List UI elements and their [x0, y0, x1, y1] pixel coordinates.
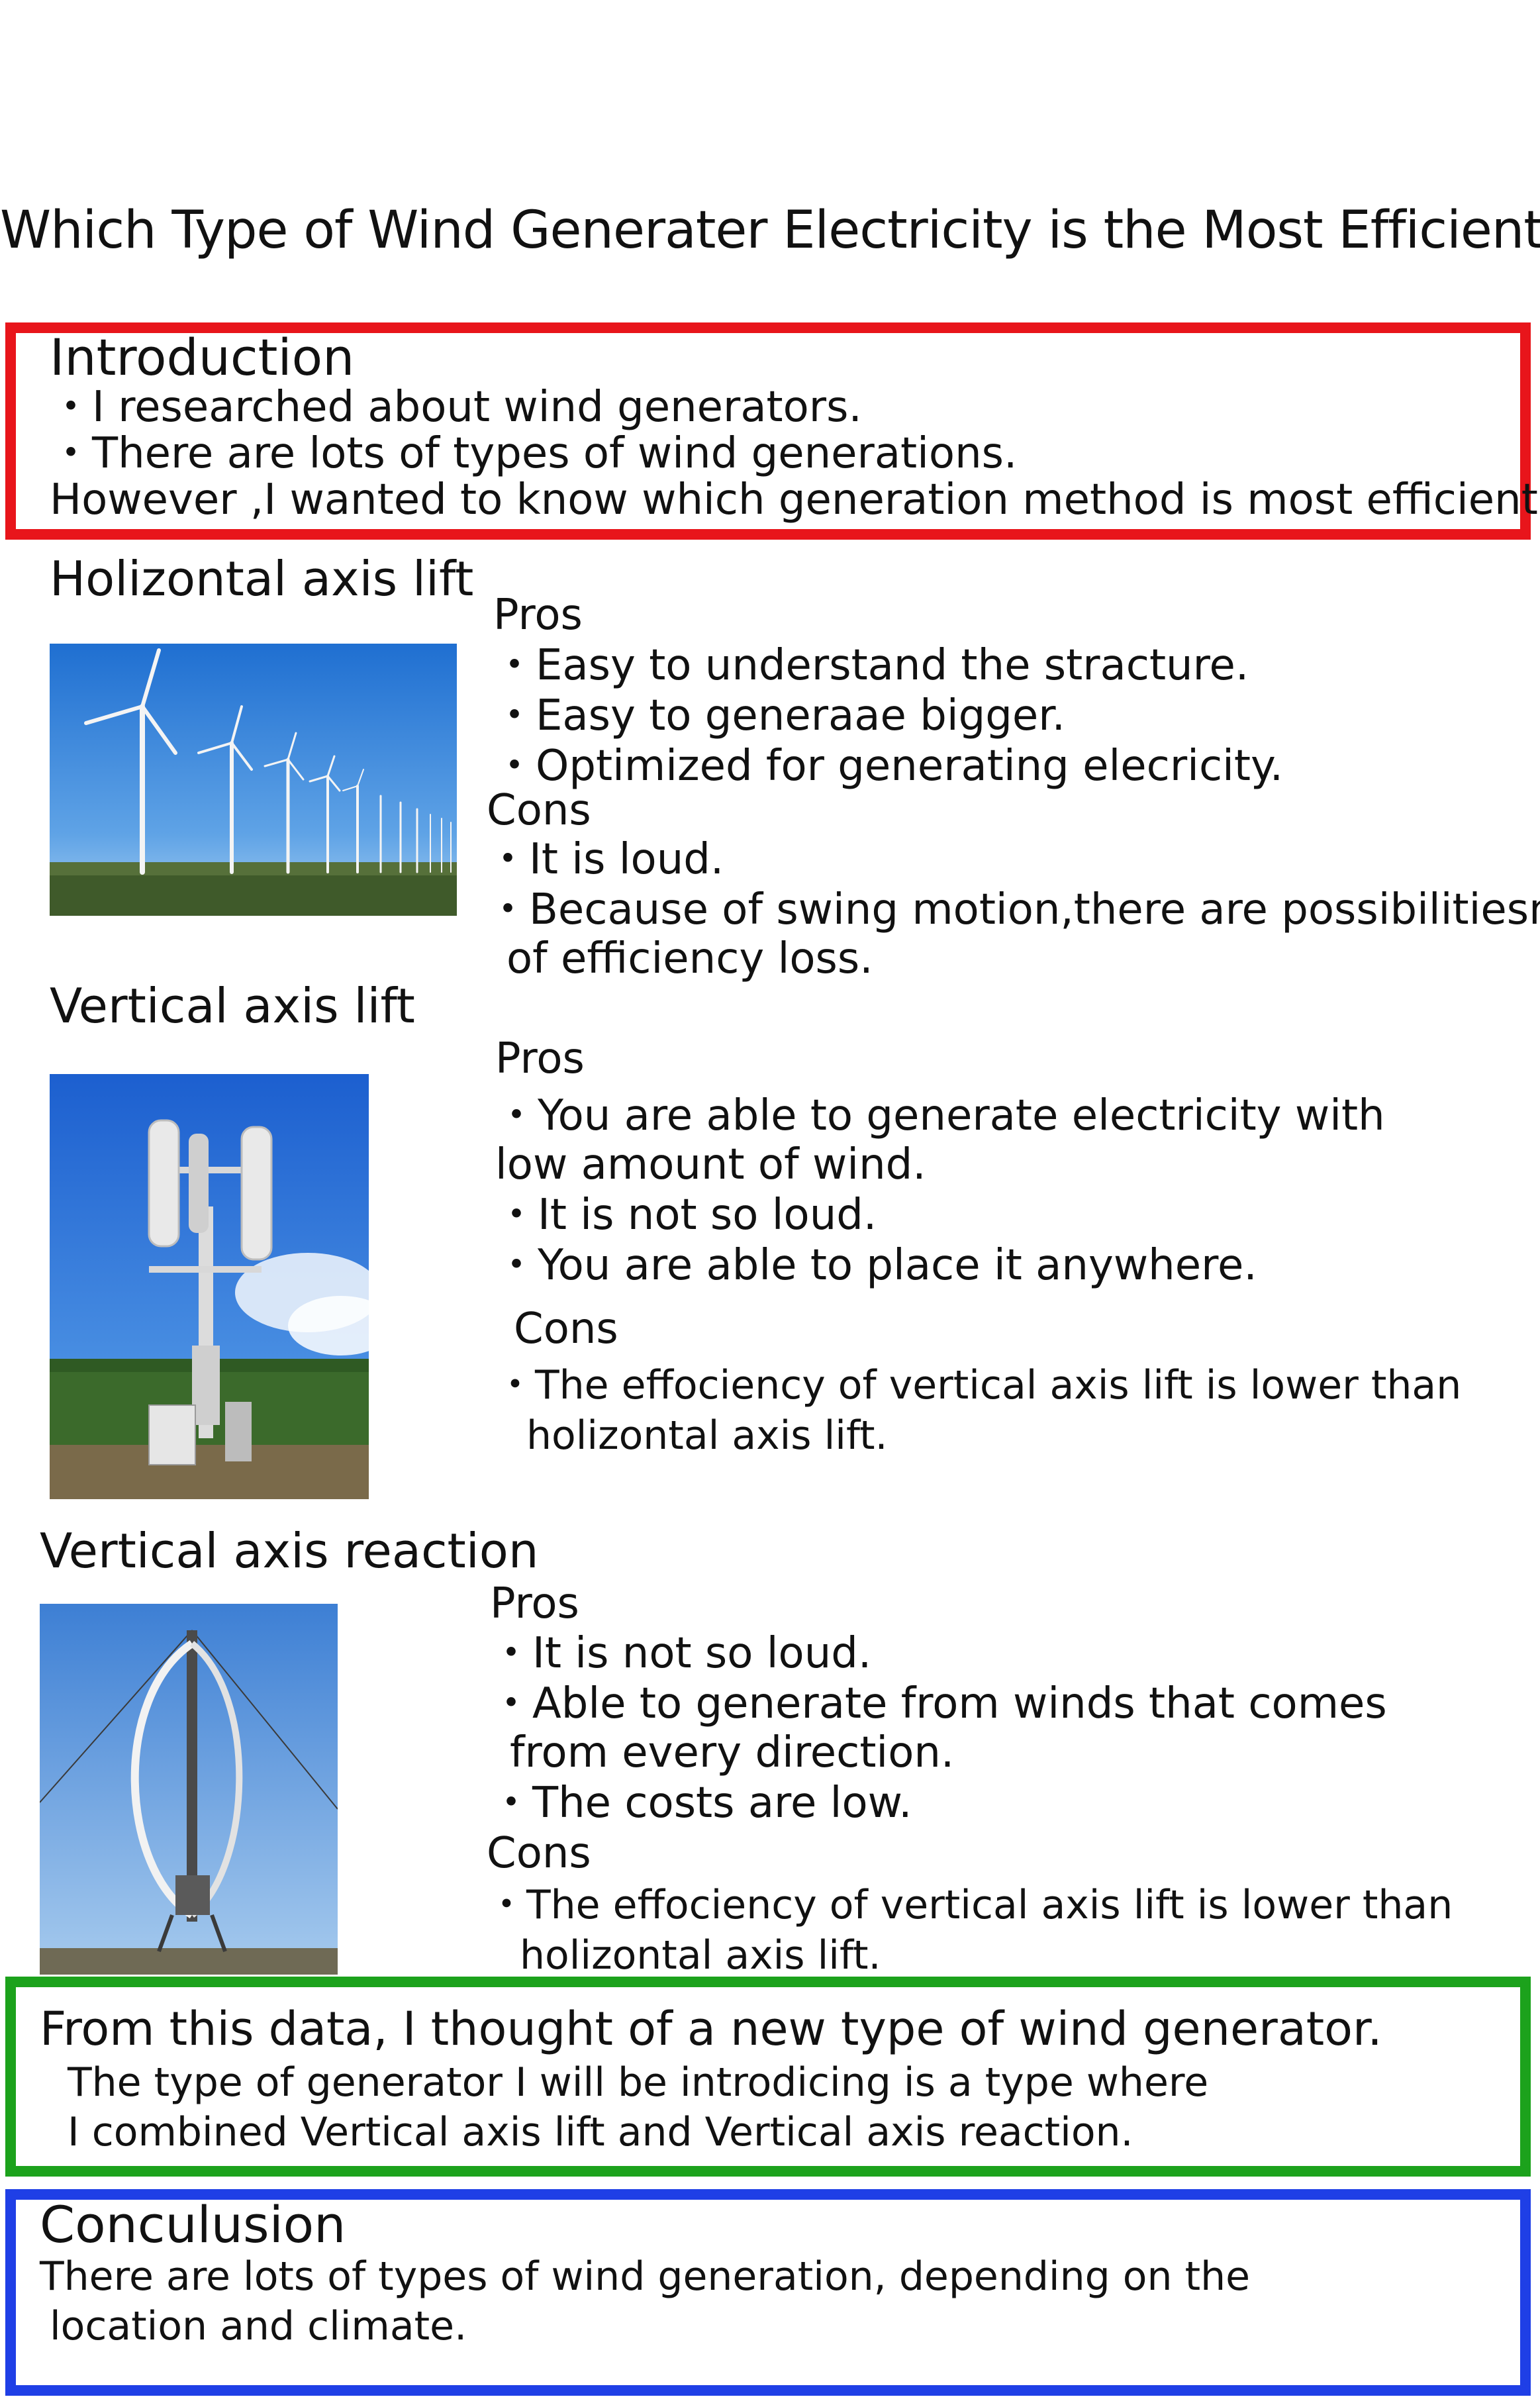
pros-item: ・It is not so loud.: [495, 1191, 877, 1240]
section-heading-vertical-lift: Vertical axis lift: [50, 978, 415, 1034]
pros-item: ・Optimized for generating elecricity.: [493, 742, 1284, 791]
pros-label: Pros: [495, 1034, 585, 1083]
idea-heading: From this data, I thought of a new type …: [40, 2002, 1382, 2056]
idea-line: I combined Vertical axis lift and Vertic…: [68, 2109, 1133, 2155]
pros-label: Pros: [490, 1579, 579, 1628]
pros-item: ・Easy to understand the stracture.: [493, 641, 1249, 690]
vertical-lift-turbine-photo: [50, 1074, 369, 1499]
pros-item: from every direction.: [510, 1728, 955, 1777]
introduction-line: ・I researched about wind generators.: [50, 383, 862, 432]
cons-item: ・Because of swing motion,there are possi…: [487, 885, 1540, 934]
cons-item: ・It is loud.: [487, 835, 724, 884]
vertical-reaction-turbine-photo: [40, 1604, 338, 1975]
pros-item: ・It is not so loud.: [490, 1629, 872, 1678]
pros-item: ・The costs are low.: [490, 1779, 912, 1828]
section-heading-horizontal: Holizontal axis lift: [50, 551, 474, 607]
introduction-line: However ,I wanted to know which generati…: [50, 475, 1540, 524]
page-title: Which Type of Wind Generater Electricity…: [0, 201, 1540, 260]
cons-label: Cons: [487, 786, 591, 835]
pros-item: ・Easy to generaae bigger.: [493, 691, 1066, 740]
pros-item: ・You are able to generate electricity wi…: [495, 1091, 1385, 1140]
cons-item: ・The effociency of vertical axis lift is…: [487, 1882, 1453, 1928]
conclusion-heading: Conculusion: [40, 2195, 346, 2254]
introduction-line: ・There are lots of types of wind generat…: [50, 429, 1018, 478]
pros-item: low amount of wind.: [495, 1140, 926, 1189]
cons-label: Cons: [514, 1304, 618, 1353]
introduction-heading: Introduction: [50, 328, 355, 387]
cons-item: holizontal axis lift.: [520, 1932, 881, 1979]
conclusion-line: location and climate.: [50, 2303, 467, 2349]
conclusion-line: There are lots of types of wind generati…: [40, 2253, 1251, 2300]
section-heading-vertical-reaction: Vertical axis reaction: [40, 1523, 539, 1579]
pros-item: ・You are able to place it anywhere.: [495, 1241, 1257, 1290]
idea-line: The type of generator I will be introdic…: [68, 2059, 1209, 2106]
cons-item: of efficiency loss.: [506, 934, 873, 983]
cons-label: Cons: [487, 1829, 591, 1878]
cons-item: holizontal axis lift.: [526, 1412, 888, 1459]
cons-item: ・The effociency of vertical axis lift is…: [495, 1362, 1462, 1408]
horizontal-turbine-photo: [50, 644, 457, 916]
pros-item: ・Able to generate from winds that comes: [490, 1679, 1387, 1728]
pros-label: Pros: [493, 591, 583, 640]
